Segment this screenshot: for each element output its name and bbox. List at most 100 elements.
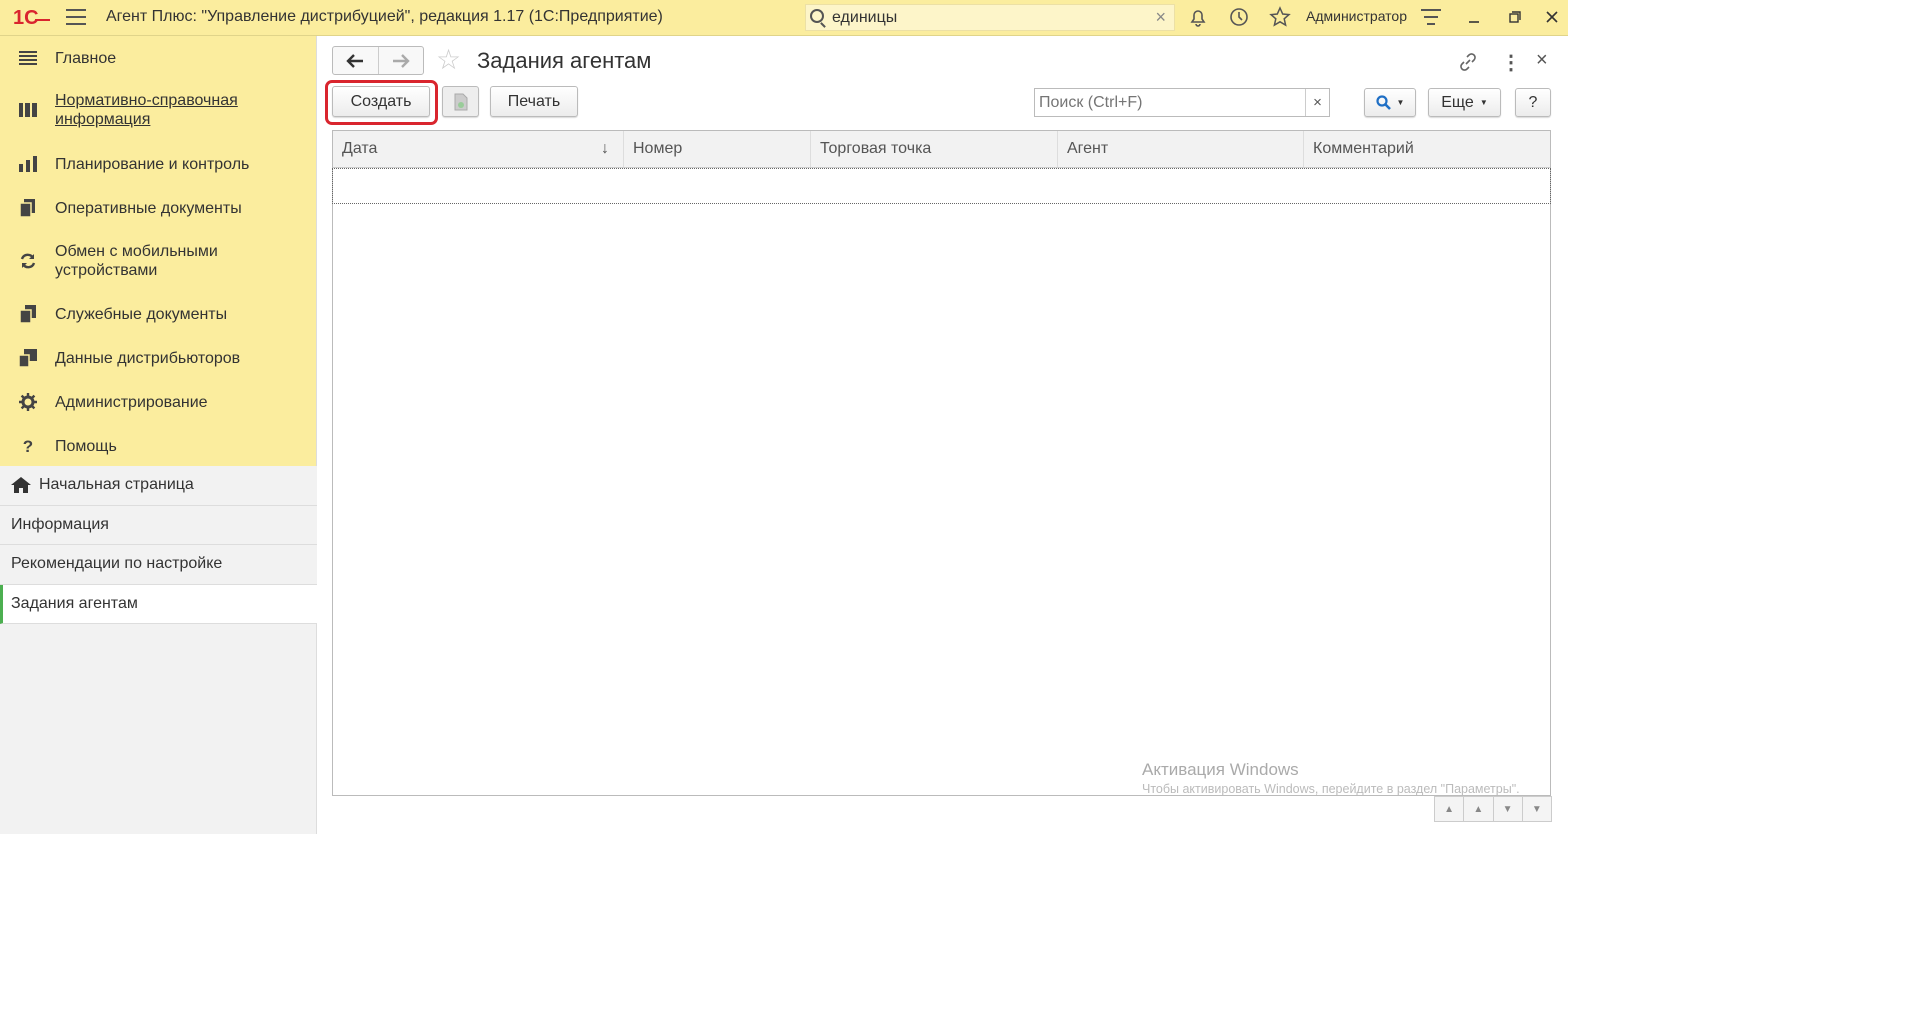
scroll-bottom-icon[interactable]: ▼ bbox=[1523, 797, 1551, 821]
nav-item-label: Рекомендации по настройке bbox=[11, 555, 223, 573]
more-actions-icon[interactable]: ⋮ bbox=[1501, 50, 1521, 75]
sync-icon bbox=[18, 252, 38, 270]
close-window-icon[interactable] bbox=[1541, 6, 1563, 28]
list-search-input[interactable] bbox=[1035, 89, 1295, 116]
sections-panel: Главное Нормативно-справочная информация… bbox=[0, 36, 316, 466]
nav-item-setup-recommendations[interactable]: Рекомендации по настройке bbox=[0, 545, 317, 585]
page-title: Задания агентам bbox=[477, 48, 652, 73]
column-date[interactable]: Дата ↓ bbox=[333, 131, 624, 167]
help-icon: ? bbox=[22, 436, 34, 456]
nav-item-label: Задания агентам bbox=[11, 594, 138, 612]
section-planning[interactable]: Планирование и контроль bbox=[0, 142, 316, 186]
settings-menu-icon[interactable] bbox=[1421, 9, 1441, 30]
column-agent[interactable]: Агент bbox=[1058, 131, 1304, 167]
history-nav bbox=[332, 46, 424, 75]
main-content: ☆ Задания агентам ⋮ × Создать Печать × ▼… bbox=[318, 36, 1568, 834]
scroll-up-icon[interactable]: ▲ bbox=[1464, 797, 1494, 821]
table-scroll-buttons: ▲ ▲ ▼ ▼ bbox=[1434, 796, 1552, 822]
add-to-favorites-star-icon[interactable]: ☆ bbox=[436, 46, 461, 74]
column-outlet[interactable]: Торговая точка bbox=[811, 131, 1058, 167]
dropdown-arrow-icon: ▼ bbox=[1479, 98, 1488, 107]
search-options-button[interactable]: ▼ bbox=[1364, 88, 1416, 117]
scroll-down-icon[interactable]: ▼ bbox=[1494, 797, 1523, 821]
svg-text:1С: 1С bbox=[13, 7, 39, 28]
section-label: Обмен с мобильными устройствами bbox=[55, 243, 218, 279]
list-icon bbox=[18, 49, 38, 67]
column-label: Комментарий bbox=[1313, 140, 1414, 157]
restore-icon[interactable] bbox=[1504, 6, 1526, 28]
section-label: Планирование и контроль bbox=[55, 155, 250, 173]
section-label: Главное bbox=[55, 49, 117, 67]
nav-item-agent-tasks[interactable]: Задания агентам bbox=[0, 584, 317, 624]
print-button[interactable]: Печать bbox=[490, 86, 578, 117]
create-button[interactable]: Создать bbox=[332, 86, 430, 117]
section-distributors[interactable]: Данные дистрибьюторов bbox=[0, 336, 316, 380]
search-icon bbox=[1375, 94, 1391, 110]
column-label: Агент bbox=[1067, 140, 1109, 157]
search-icon bbox=[810, 9, 824, 23]
column-comment[interactable]: Комментарий bbox=[1304, 131, 1550, 167]
scroll-top-icon[interactable]: ▲ bbox=[1435, 797, 1465, 821]
windows-activation-title: Активация Windows bbox=[1142, 760, 1299, 779]
app-title: Агент Плюс: "Управление дистрибуцией", р… bbox=[106, 8, 663, 25]
back-arrow-icon[interactable] bbox=[333, 47, 378, 74]
sidebar: Главное Нормативно-справочная информация… bbox=[0, 36, 317, 834]
section-label: Данные дистрибьюторов bbox=[55, 349, 241, 367]
section-label: Администрирование bbox=[55, 393, 208, 411]
list-search-field[interactable]: × bbox=[1034, 88, 1330, 117]
nav-item-home-page[interactable]: Начальная страница bbox=[0, 466, 317, 506]
section-main[interactable]: Главное bbox=[0, 38, 316, 78]
clear-icon[interactable]: × bbox=[1305, 89, 1329, 116]
column-number[interactable]: Номер bbox=[624, 131, 811, 167]
nav-item-label: Начальная страница bbox=[39, 476, 194, 494]
section-operational-docs[interactable]: Оперативные документы bbox=[0, 186, 316, 230]
title-bar: 1С Агент Плюс: "Управление дистрибуцией"… bbox=[0, 0, 1568, 36]
more-button-label: Еще bbox=[1441, 93, 1474, 111]
windows-activation-text: Чтобы активировать Windows, перейдите в … bbox=[1142, 782, 1520, 796]
chart-icon bbox=[18, 155, 38, 173]
document-copy-icon bbox=[454, 93, 467, 110]
gear-icon bbox=[18, 393, 38, 411]
column-label: Дата bbox=[342, 140, 378, 157]
sort-down-icon: ↓ bbox=[601, 140, 609, 157]
close-form-icon[interactable]: × bbox=[1536, 49, 1548, 72]
tasks-table: Дата ↓ Номер Торговая точка Агент Коммен… bbox=[332, 130, 1551, 796]
section-label: Служебные документы bbox=[55, 305, 228, 323]
more-button[interactable]: Еще ▼ bbox=[1428, 88, 1501, 117]
nav-item-information[interactable]: Информация bbox=[0, 505, 317, 545]
link-icon[interactable] bbox=[1458, 52, 1478, 77]
open-pages-list: Начальная страница Информация Рекомендац… bbox=[0, 466, 317, 624]
service-docs-icon bbox=[18, 305, 38, 323]
copy-button[interactable] bbox=[442, 86, 479, 117]
book-icon bbox=[18, 101, 38, 119]
section-help[interactable]: ? Помощь bbox=[0, 424, 316, 468]
minimize-icon[interactable] bbox=[1463, 6, 1485, 28]
table-row-empty[interactable] bbox=[332, 168, 1551, 204]
nav-item-label: Информация bbox=[11, 515, 109, 533]
table-header: Дата ↓ Номер Торговая точка Агент Коммен… bbox=[333, 131, 1550, 168]
column-label: Торговая точка bbox=[820, 140, 932, 157]
home-icon bbox=[11, 477, 31, 494]
bell-icon[interactable] bbox=[1186, 5, 1210, 29]
section-label: Помощь bbox=[55, 437, 117, 455]
distributors-icon bbox=[18, 349, 38, 367]
favorites-star-icon[interactable] bbox=[1268, 5, 1292, 29]
section-label: Оперативные документы bbox=[55, 199, 242, 217]
section-service-docs[interactable]: Служебные документы bbox=[0, 292, 316, 336]
1c-logo-icon[interactable]: 1С bbox=[13, 6, 51, 28]
help-button[interactable]: ? bbox=[1515, 88, 1551, 117]
clear-search-icon[interactable]: × bbox=[1155, 7, 1166, 28]
user-name[interactable]: Администратор bbox=[1306, 8, 1407, 24]
section-reference-info[interactable]: Нормативно-справочная информация bbox=[0, 78, 316, 142]
dropdown-arrow-icon: ▼ bbox=[1396, 98, 1405, 107]
column-label: Номер bbox=[633, 140, 683, 157]
main-menu-icon[interactable] bbox=[66, 9, 86, 26]
documents-icon bbox=[18, 199, 38, 217]
global-search-input[interactable]: единицы × bbox=[805, 4, 1175, 31]
section-label: Нормативно-справочная информация bbox=[55, 92, 238, 128]
section-administration[interactable]: Администрирование bbox=[0, 380, 316, 424]
section-mobile-exchange[interactable]: Обмен с мобильными устройствами bbox=[0, 230, 316, 292]
history-icon[interactable] bbox=[1227, 5, 1251, 29]
forward-arrow-icon[interactable] bbox=[377, 47, 424, 74]
global-search-value: единицы bbox=[832, 9, 898, 26]
